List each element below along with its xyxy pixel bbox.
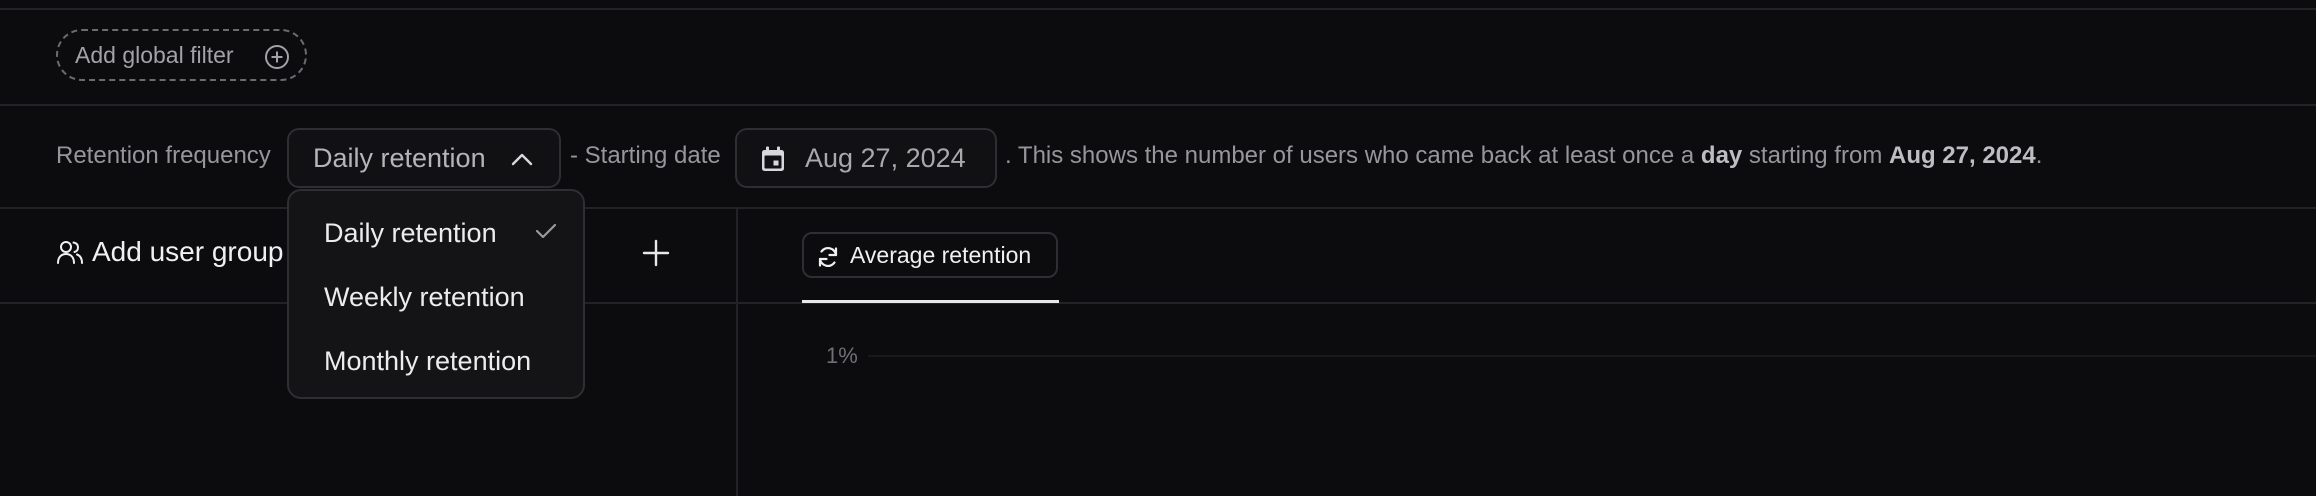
retention-frequency-select[interactable]: Daily retention — [287, 128, 561, 188]
chart-gridline — [868, 355, 2316, 357]
menu-item-daily-retention[interactable]: Daily retention — [324, 218, 497, 249]
divider — [0, 8, 2316, 10]
menu-item-weekly-retention[interactable]: Weekly retention — [324, 282, 525, 313]
description-prefix: . This shows the number of users who cam… — [1005, 142, 1701, 169]
active-tab-indicator — [802, 300, 1059, 303]
check-icon — [535, 223, 557, 239]
retention-description: . This shows the number of users who cam… — [1005, 142, 2042, 170]
calendar-icon — [762, 146, 784, 171]
add-user-group-label: Add user group — [92, 236, 284, 267]
starting-date-label: - Starting date — [570, 142, 721, 169]
panel-divider — [736, 208, 738, 496]
tab-average-retention[interactable]: Average retention — [802, 232, 1058, 278]
menu-item-monthly-retention[interactable]: Monthly retention — [324, 346, 531, 377]
starting-date-picker[interactable]: Aug 27, 2024 — [735, 128, 997, 188]
y-axis-tick: 1% — [826, 343, 858, 368]
refresh-icon — [818, 247, 838, 267]
add-global-filter-label: Add global filter — [75, 41, 234, 68]
description-date: Aug 27, 2024 — [1888, 142, 2036, 169]
tab-average-retention-label: Average retention — [850, 241, 1032, 268]
description-unit: day — [1700, 142, 1743, 169]
retention-page: Add global filter Retention frequency Da… — [0, 0, 2316, 496]
description-suffix: . — [2035, 142, 2043, 169]
users-icon — [57, 241, 83, 264]
retention-frequency-value: Daily retention — [313, 142, 486, 173]
description-middle: starting from — [1742, 142, 1889, 169]
chevron-up-icon — [511, 153, 533, 166]
retention-frequency-label: Retention frequency — [56, 142, 271, 169]
divider — [0, 104, 2316, 106]
add-user-group-button[interactable]: Add user group — [56, 236, 283, 268]
add-group-plus-icon[interactable] — [642, 239, 670, 267]
plus-circle-icon — [265, 45, 289, 69]
add-global-filter-button[interactable]: Add global filter — [56, 29, 307, 81]
retention-frequency-menu: Daily retention Weekly retention Monthly… — [287, 189, 585, 399]
starting-date-value: Aug 27, 2024 — [805, 142, 966, 173]
